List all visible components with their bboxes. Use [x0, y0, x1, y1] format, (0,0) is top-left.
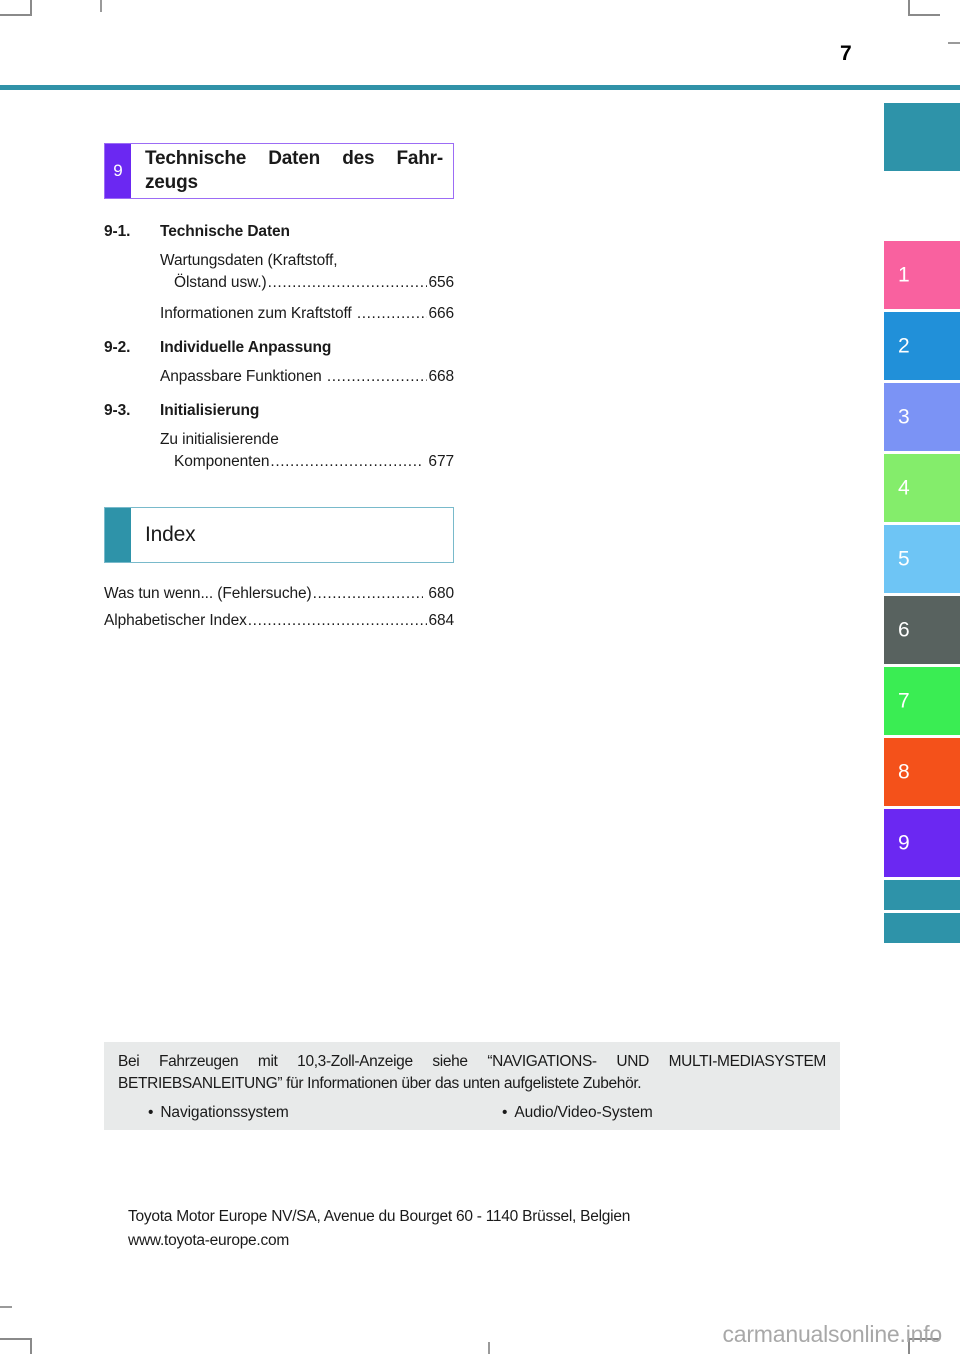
index-accent-block — [105, 508, 131, 562]
chapter-tab-3[interactable]: 3 — [884, 383, 960, 451]
chapter-banner: 9 Technische Daten des Fahr-zeugs — [104, 143, 454, 199]
toc-entry-row[interactable]: Informationen zum Kraftstoff 666 — [160, 303, 454, 325]
chapter-tab-label: 6 — [898, 618, 910, 642]
toc-entry[interactable]: Wartungsdaten (Kraftstoff, Ölstand usw.) 6… — [160, 250, 454, 294]
toc-leader-dots — [313, 585, 424, 603]
index-entry-page: 684 — [428, 612, 454, 629]
toc-entry-page: 668 — [428, 368, 454, 385]
toc-entry-text: Anpassbare Funktionen — [160, 368, 326, 385]
navigation-notice-text: Bei Fahrzeugen mit 10,3-Zoll-Anzeige sie… — [118, 1053, 826, 1093]
chapter-tab-label: 8 — [898, 760, 910, 784]
index-title-block: Index — [131, 508, 453, 562]
toc-entry-text-line2: Komponenten — [174, 453, 270, 470]
toc-entry[interactable]: Anpassbare Funktionen 668 — [160, 366, 454, 388]
chapter-tab-blank-11[interactable] — [884, 913, 960, 943]
chapter-title: Technische Daten des Fahr-zeugs — [145, 147, 443, 193]
toc-section-title: Individuelle Anpassung — [160, 339, 332, 356]
toc-entry-row[interactable]: Was tun wenn... (Fehlersuche) 680 — [104, 585, 454, 603]
toc-entry[interactable]: Informationen zum Kraftstoff 666 — [160, 303, 454, 325]
chapter-tab-label: 4 — [898, 476, 910, 500]
index-banner: Index — [104, 507, 454, 563]
index-entry-text: Was tun wenn... (Fehlersuche) — [104, 585, 312, 602]
chapter-tab-6[interactable]: 6 — [884, 596, 960, 664]
crop-mark-top-left — [0, 0, 32, 16]
index-title: Index — [145, 523, 196, 547]
chapter-title-block: Technische Daten des Fahr-zeugs — [131, 144, 453, 198]
chapter-tab-strip: 1 2 3 4 5 6 7 8 9 — [884, 103, 960, 943]
navigation-notice-bullets: • Navigationssystem • Audio/Video-System — [118, 1104, 826, 1126]
toc-entry[interactable]: Zu initialisierende Komponenten 677 — [160, 429, 454, 473]
notice-bullet-label: Navigationssystem — [160, 1103, 289, 1121]
toc-entry-page: 656 — [428, 274, 454, 291]
manufacturer-address: Toyota Motor Europe NV/SA, Avenue du Bou… — [128, 1205, 888, 1253]
toc-leader-dots — [327, 366, 428, 388]
chapter-tab-blank-10[interactable] — [884, 880, 960, 910]
notice-bullet-label: Audio/Video-System — [514, 1103, 653, 1121]
chapter-tab-label: 2 — [898, 334, 910, 358]
registration-tick-bottom — [488, 1342, 490, 1354]
notice-bullet-item: • Audio/Video-System — [472, 1104, 826, 1122]
crop-mark-bottom-left — [0, 1338, 32, 1354]
toc-section-title: Initialisierung — [160, 402, 260, 419]
notice-bullet-item: • Navigationssystem — [118, 1104, 472, 1122]
bullet-icon: • — [148, 1103, 154, 1121]
toc-entry-text-line1: Wartungsdaten (Kraftstoff, — [160, 252, 338, 269]
toc-section-number: 9-1. — [104, 223, 131, 240]
chapter-tab-label: 7 — [898, 689, 910, 713]
toc-entry-text-line1: Zu initialisierende — [160, 431, 279, 448]
bullet-icon: • — [502, 1103, 508, 1121]
toc-entry-row[interactable]: Komponenten 677 — [174, 451, 454, 473]
toc-leader-dots — [268, 272, 428, 294]
chapter-tab-label: 3 — [898, 405, 910, 429]
toc-section-heading[interactable]: 9-2. Individuelle Anpassung — [104, 339, 454, 357]
toc-entry-row[interactable]: Ölstand usw.) 656 — [174, 272, 454, 294]
toc-section-heading[interactable]: 9-1. Technische Daten — [104, 223, 454, 241]
toc-section-number: 9-2. — [104, 339, 131, 356]
address-website: www.toyota-europe.com — [128, 1232, 290, 1250]
index-entry-page: 680 — [424, 585, 454, 602]
registration-tick-top — [100, 0, 102, 12]
header-rule — [0, 85, 960, 90]
page-number: 7 — [840, 42, 853, 65]
toc-entry-row[interactable]: Alphabetischer Index 684 — [104, 612, 454, 630]
toc-leader-dots — [248, 612, 428, 630]
chapter-tab-blank-0[interactable] — [884, 103, 960, 171]
crop-mark-top-right — [908, 0, 940, 16]
index-entry-text: Alphabetischer Index — [104, 612, 247, 629]
chapter-tab-7[interactable]: 7 — [884, 667, 960, 735]
toc-section-number: 9-3. — [104, 402, 131, 419]
chapter-number: 9 — [105, 144, 131, 198]
chapter-tab-label: 5 — [898, 547, 910, 571]
site-watermark: carmanualsonline.info — [722, 1321, 942, 1347]
chapter-tab-8[interactable]: 8 — [884, 738, 960, 806]
toc-section-heading[interactable]: 9-3. Initialisierung — [104, 402, 454, 420]
toc-entry-text-line2: Ölstand usw.) — [174, 274, 267, 291]
chapter-tab-2[interactable]: 2 — [884, 312, 960, 380]
chapter-tab-label: 9 — [898, 831, 910, 855]
table-of-contents: 9-1. Technische Daten Wartungsdaten (Kraft… — [104, 223, 454, 473]
toc-leader-dots — [270, 451, 423, 473]
registration-tick-right-top — [948, 42, 960, 44]
chapter-tab-label: 1 — [898, 263, 910, 287]
chapter-tab-5[interactable]: 5 — [884, 525, 960, 593]
index-entry-list: Was tun wenn... (Fehlersuche) 680 Alphabe… — [104, 585, 454, 630]
navigation-notice-box: Bei Fahrzeugen mit 10,3-Zoll-Anzeige sie… — [104, 1042, 840, 1130]
page-content: 9 Technische Daten des Fahr-zeugs 9-1. Te… — [104, 103, 844, 630]
registration-tick-left-bottom — [0, 1306, 12, 1308]
toc-entry-page: 666 — [428, 305, 454, 322]
chapter-tab-1[interactable]: 1 — [884, 241, 960, 309]
toc-section-title: Technische Daten — [160, 223, 290, 240]
chapter-tab-4[interactable]: 4 — [884, 454, 960, 522]
toc-entry-page: 677 — [424, 453, 454, 470]
address-line: Toyota Motor Europe NV/SA, Avenue du Bou… — [128, 1208, 631, 1225]
toc-entry-continuation: Komponenten 677 — [160, 451, 454, 473]
chapter-tab-9[interactable]: 9 — [884, 809, 960, 877]
toc-entry-text: Informationen zum Kraftstoff — [160, 305, 356, 322]
toc-entry-continuation: Ölstand usw.) 656 — [160, 272, 454, 294]
toc-entry-row[interactable]: Anpassbare Funktionen 668 — [160, 366, 454, 388]
toc-leader-dots — [357, 303, 428, 325]
